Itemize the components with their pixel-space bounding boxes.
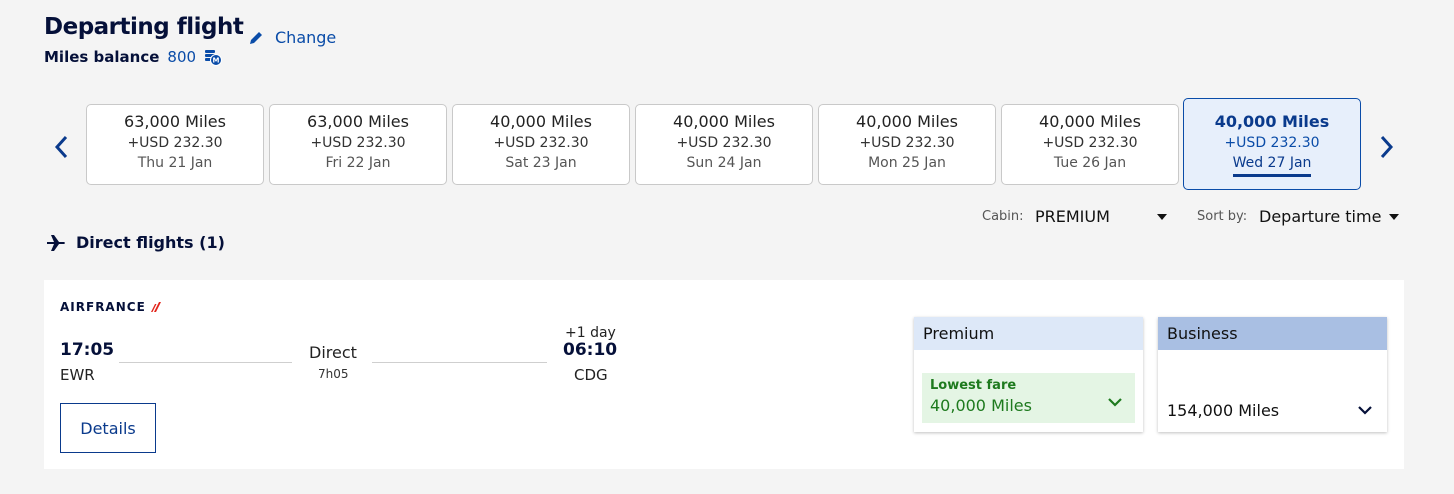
sort-label: Sort by: — [1197, 209, 1248, 224]
date-card-date: Sat 23 Jan — [505, 155, 577, 171]
date-card-date: Fri 22 Jan — [325, 155, 391, 171]
lowest-fare-box[interactable]: Lowest fare 40,000 Miles — [922, 373, 1135, 423]
fare-business[interactable]: Business 154,000 Miles — [1158, 317, 1387, 432]
chevron-down-icon — [1358, 406, 1372, 415]
change-button[interactable]: Change — [248, 28, 336, 47]
chevron-down-icon — [1108, 398, 1122, 407]
pencil-icon — [250, 32, 262, 44]
lowest-fare-badge: Lowest fare — [930, 378, 1017, 393]
next-dates-arrow-icon[interactable] — [1376, 134, 1396, 160]
date-card-thu-21[interactable]: 63,000 Miles +USD 232.30 Thu 21 Jan — [86, 104, 264, 185]
page-title: Departing flight — [44, 14, 244, 40]
route-line-left — [119, 362, 292, 363]
date-card-date: Sun 24 Jan — [686, 155, 762, 171]
date-card-miles: 40,000 Miles — [1214, 112, 1330, 131]
premium-miles: 40,000 Miles — [930, 396, 1032, 415]
date-card-sat-23[interactable]: 40,000 Miles +USD 232.30 Sat 23 Jan — [452, 104, 630, 185]
date-card-wed-27-selected[interactable]: 40,000 Miles +USD 232.30 Wed 27 Jan — [1183, 98, 1361, 190]
date-card-usd: +USD 232.30 — [310, 135, 406, 151]
direct-flights-heading: Direct flights (1) — [46, 233, 225, 252]
fare-premium[interactable]: Premium Lowest fare 40,000 Miles — [914, 317, 1143, 432]
date-card-miles: 40,000 Miles — [490, 112, 592, 131]
date-card-miles: 40,000 Miles — [673, 112, 775, 131]
departure-airport: EWR — [60, 366, 95, 384]
airline-logo: AIRFRANCE — [60, 300, 162, 314]
date-card-fri-22[interactable]: 63,000 Miles +USD 232.30 Fri 22 Jan — [269, 104, 447, 185]
airline-name: AIRFRANCE — [60, 300, 146, 314]
date-card-miles: 63,000 Miles — [124, 112, 226, 131]
date-card-miles: 63,000 Miles — [307, 112, 409, 131]
sort-select[interactable]: Departure time — [1259, 207, 1399, 226]
fare-business-title: Business — [1158, 317, 1387, 350]
cabin-select[interactable]: PREMIUM — [1035, 207, 1167, 226]
date-card-tue-26[interactable]: 40,000 Miles +USD 232.30 Tue 26 Jan — [1001, 104, 1179, 185]
airline-stripe-icon — [150, 302, 161, 312]
direct-flights-label: Direct flights (1) — [76, 233, 225, 252]
plane-icon — [47, 234, 65, 251]
sort-value: Departure time — [1259, 207, 1382, 226]
date-card-date: Tue 26 Jan — [1053, 155, 1127, 171]
date-card-usd: +USD 232.30 — [1224, 135, 1320, 151]
change-label: Change — [275, 28, 337, 47]
arrival-airport: CDG — [574, 366, 608, 384]
miles-balance-label: Miles balance — [44, 48, 160, 66]
svg-text:M: M — [213, 57, 220, 65]
cabin-label: Cabin: — [982, 209, 1024, 224]
arrival-time: 06:10 — [563, 340, 618, 360]
departure-time: 17:05 — [60, 340, 115, 360]
miles-balance-value: 800 — [167, 48, 197, 66]
caret-down-icon — [1157, 213, 1167, 220]
miles-balance: Miles balance 800 M — [44, 48, 223, 66]
date-card-mon-25[interactable]: 40,000 Miles +USD 232.30 Mon 25 Jan — [818, 104, 996, 185]
date-card-miles: 40,000 Miles — [856, 112, 958, 131]
date-card-usd: +USD 232.30 — [676, 135, 772, 151]
date-card-date: Thu 21 Jan — [137, 155, 213, 171]
caret-down-icon — [1389, 213, 1399, 220]
date-card-usd: +USD 232.30 — [493, 135, 589, 151]
date-card-date: Wed 27 Jan — [1232, 155, 1312, 177]
flight-duration: 7h05 — [318, 367, 349, 381]
date-card-usd: +USD 232.30 — [859, 135, 955, 151]
day-offset: +1 day — [565, 325, 616, 341]
route-line-right — [372, 362, 547, 363]
cabin-value: PREMIUM — [1035, 207, 1110, 226]
date-card-date: Mon 25 Jan — [868, 155, 946, 171]
fare-premium-title: Premium — [914, 317, 1143, 350]
business-miles: 154,000 Miles — [1167, 401, 1280, 420]
details-button[interactable]: Details — [60, 403, 156, 453]
stop-type: Direct — [309, 343, 357, 362]
date-card-usd: +USD 232.30 — [127, 135, 223, 151]
prev-dates-arrow-icon[interactable] — [52, 134, 72, 160]
miles-coin-icon: M — [205, 50, 223, 66]
date-card-usd: +USD 232.30 — [1042, 135, 1138, 151]
date-card-sun-24[interactable]: 40,000 Miles +USD 232.30 Sun 24 Jan — [635, 104, 813, 185]
date-card-miles: 40,000 Miles — [1039, 112, 1141, 131]
